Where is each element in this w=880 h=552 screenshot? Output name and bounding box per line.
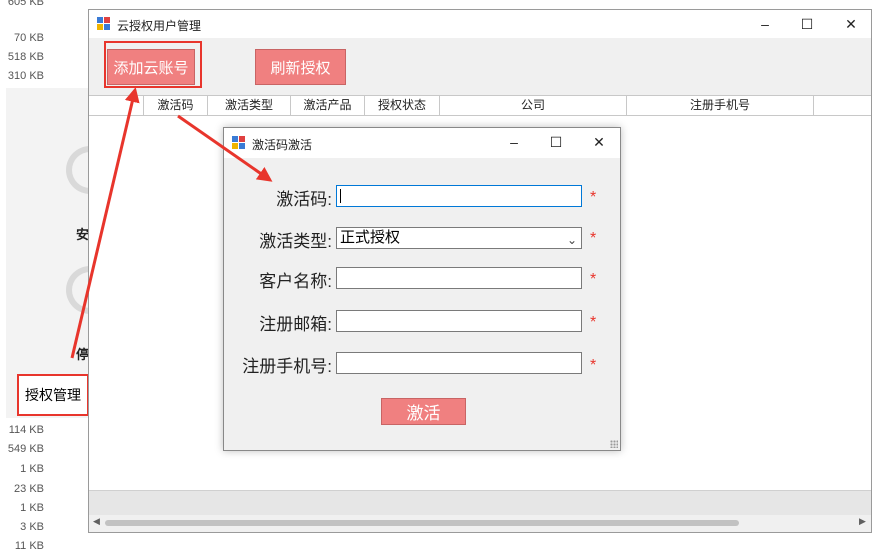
file-size: 605 KB <box>7 0 44 8</box>
column-header-company[interactable]: 公司 <box>440 96 627 115</box>
file-size: 70 KB <box>14 32 44 44</box>
scrollbar-thumb[interactable] <box>105 520 739 526</box>
file-size: 310 KB <box>7 70 44 82</box>
status-strip <box>89 490 871 515</box>
column-header-activation-code[interactable]: 激活码 <box>144 96 208 115</box>
add-cloud-account-button[interactable]: 添加云账号 <box>107 49 195 85</box>
refresh-auth-label: 刷新授权 <box>270 59 331 77</box>
column-header-phone[interactable]: 注册手机号 <box>627 96 814 115</box>
dialog-titlebar: 激活码激活 – ☐ ✕ <box>224 128 620 158</box>
chevron-down-icon: ⌄ <box>566 233 577 247</box>
auth-management-label: 授权管理 <box>25 387 81 403</box>
required-mark: * <box>590 314 597 331</box>
activation-type-label: 激活类型: <box>259 232 332 251</box>
required-mark: * <box>590 189 597 206</box>
grid-header: 激活码 激活类型 激活产品 授权状态 公司 注册手机号 <box>89 96 871 116</box>
resize-grip-icon[interactable] <box>610 440 618 448</box>
auth-management-tab[interactable]: 授权管理 <box>17 374 89 416</box>
horizontal-scrollbar[interactable]: ◀ ▶ <box>89 515 871 532</box>
file-size: 23 KB <box>14 483 44 495</box>
main-window-title: 云授权用户管理 <box>117 19 202 33</box>
maximize-icon[interactable]: ☐ <box>546 132 566 152</box>
register-email-input[interactable] <box>336 310 582 332</box>
file-size: 114 KB <box>8 424 44 436</box>
column-header-activation-product[interactable]: 激活产品 <box>291 96 365 115</box>
customer-name-label: 客户名称: <box>259 272 332 291</box>
app-icon <box>232 136 246 150</box>
app-icon <box>97 17 111 31</box>
maximize-icon[interactable]: ☐ <box>797 14 817 34</box>
close-icon[interactable]: ✕ <box>841 14 861 34</box>
activate-label: 激活 <box>406 404 441 423</box>
file-size: 1 KB <box>20 463 44 475</box>
file-size: 549 KB <box>7 443 44 455</box>
register-phone-label: 注册手机号: <box>242 357 332 376</box>
required-mark: * <box>590 357 597 374</box>
background-panel: 安 停 <box>6 88 114 418</box>
customer-name-input[interactable] <box>336 267 582 289</box>
activation-type-select[interactable]: 正式授权 ⌄ <box>336 227 582 249</box>
main-titlebar: 云授权用户管理 – ☐ ✕ <box>89 10 871 38</box>
minimize-icon[interactable]: – <box>755 14 775 34</box>
text-caret <box>340 189 341 203</box>
scroll-left-icon[interactable]: ◀ <box>93 516 100 527</box>
row-header-corner <box>89 96 144 115</box>
file-size: 518 KB <box>7 51 44 63</box>
required-mark: * <box>590 271 597 288</box>
column-header-auth-status[interactable]: 授权状态 <box>365 96 440 115</box>
close-icon[interactable]: ✕ <box>589 132 609 152</box>
activation-code-label: 激活码: <box>276 190 332 209</box>
column-header-activation-type[interactable]: 激活类型 <box>208 96 291 115</box>
scroll-right-icon[interactable]: ▶ <box>859 516 866 527</box>
dialog-title: 激活码激活 <box>252 138 313 152</box>
activate-button[interactable]: 激活 <box>381 398 466 425</box>
register-phone-input[interactable] <box>336 352 582 374</box>
activation-type-value: 正式授权 <box>340 229 401 246</box>
file-size: 3 KB <box>20 521 44 533</box>
file-size: 1 KB <box>20 502 44 514</box>
refresh-auth-button[interactable]: 刷新授权 <box>255 49 346 85</box>
add-cloud-account-label: 添加云账号 <box>113 59 189 77</box>
required-mark: * <box>590 230 597 247</box>
activation-dialog: 激活码激活 – ☐ ✕ 激活码: * 激活类型: 正式授权 ⌄ * 客户名称: … <box>223 127 621 451</box>
file-size: 11 KB <box>14 540 44 552</box>
register-email-label: 注册邮箱: <box>259 315 332 334</box>
minimize-icon[interactable]: – <box>504 132 524 152</box>
activation-code-input[interactable] <box>336 185 582 207</box>
